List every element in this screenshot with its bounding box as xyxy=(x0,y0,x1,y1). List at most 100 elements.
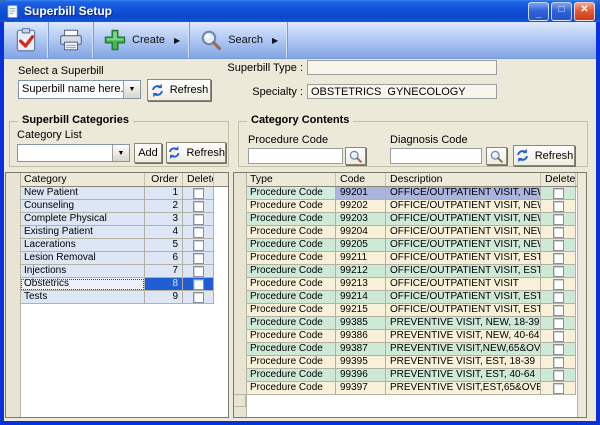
category-row[interactable]: ▶Obstetrics8 xyxy=(6,278,228,291)
code-cell[interactable]: 99215 xyxy=(336,304,386,317)
description-cell[interactable]: OFFICE/OUTPATIENT VISIT, NEW xyxy=(386,226,541,239)
content-row[interactable]: Procedure Code99215OFFICE/OUTPATIENT VIS… xyxy=(234,304,586,317)
content-row[interactable]: Procedure Code99213OFFICE/OUTPATIENT VIS… xyxy=(234,278,586,291)
diagnosis-search-button[interactable] xyxy=(486,147,507,165)
search-button[interactable]: Search ▶ xyxy=(190,22,288,58)
order-cell[interactable]: 7 xyxy=(145,265,183,278)
delete-checkbox[interactable] xyxy=(553,370,564,381)
code-cell[interactable]: 99395 xyxy=(336,356,386,369)
delete-checkbox[interactable] xyxy=(193,188,204,199)
column-header-code[interactable]: Code xyxy=(336,173,386,186)
delete-checkbox[interactable] xyxy=(553,331,564,342)
description-cell[interactable]: PREVENTIVE VISIT, EST, 40-64 xyxy=(386,369,541,382)
code-cell[interactable]: 99396 xyxy=(336,369,386,382)
print-button[interactable] xyxy=(49,22,94,58)
type-cell[interactable]: Procedure Code xyxy=(246,239,336,252)
type-cell[interactable]: Procedure Code xyxy=(246,317,336,330)
delete-checkbox[interactable] xyxy=(553,357,564,368)
description-cell[interactable]: OFFICE/OUTPATIENT VISIT, EST xyxy=(386,252,541,265)
delete-checkbox[interactable] xyxy=(193,214,204,225)
procedure-code-input[interactable] xyxy=(248,148,343,164)
maximize-button[interactable]: □ xyxy=(551,2,572,21)
delete-checkbox[interactable] xyxy=(553,344,564,355)
category-row[interactable]: Existing Patient4 xyxy=(6,226,228,239)
category-row[interactable]: Lesion Removal6 xyxy=(6,252,228,265)
category-cell[interactable]: Obstetrics xyxy=(20,278,145,291)
content-row[interactable]: Procedure Code99211OFFICE/OUTPATIENT VIS… xyxy=(234,252,586,265)
delete-checkbox[interactable] xyxy=(553,318,564,329)
content-row[interactable]: Procedure Code99202OFFICE/OUTPATIENT VIS… xyxy=(234,200,586,213)
type-cell[interactable]: Procedure Code xyxy=(246,356,336,369)
add-category-button[interactable]: Add xyxy=(134,143,162,163)
content-row[interactable]: Procedure Code99214OFFICE/OUTPATIENT VIS… xyxy=(234,291,586,304)
description-cell[interactable]: OFFICE/OUTPATIENT VISIT, NEW xyxy=(386,187,541,200)
type-cell[interactable]: Procedure Code xyxy=(246,382,336,395)
category-cell[interactable]: Complete Physical xyxy=(20,213,145,226)
delete-checkbox[interactable] xyxy=(553,292,564,303)
description-cell[interactable]: OFFICE/OUTPATIENT VISIT, NEW xyxy=(386,213,541,226)
delete-checkbox[interactable] xyxy=(553,305,564,316)
column-header-delete[interactable]: Delete xyxy=(183,173,214,186)
type-cell[interactable]: Procedure Code xyxy=(246,330,336,343)
category-list-combo[interactable]: ▼ xyxy=(17,144,130,162)
content-row[interactable]: ▶Procedure Code99201OFFICE/OUTPATIENT VI… xyxy=(234,187,586,200)
description-cell[interactable]: PREVENTIVE VISIT, NEW, 18-39 xyxy=(386,317,541,330)
category-cell[interactable]: New Patient xyxy=(20,187,145,200)
column-header-delete[interactable]: Delete xyxy=(541,173,576,186)
category-cell[interactable]: Counseling xyxy=(20,200,145,213)
code-cell[interactable]: 99214 xyxy=(336,291,386,304)
type-cell[interactable]: Procedure Code xyxy=(246,200,336,213)
code-cell[interactable]: 99385 xyxy=(336,317,386,330)
delete-checkbox[interactable] xyxy=(193,292,204,303)
delete-checkbox[interactable] xyxy=(553,253,564,264)
category-row[interactable]: Tests9 xyxy=(6,291,228,304)
delete-checkbox[interactable] xyxy=(193,227,204,238)
description-cell[interactable]: PREVENTIVE VISIT,NEW,65&OVER xyxy=(386,343,541,356)
type-cell[interactable]: Procedure Code xyxy=(246,304,336,317)
description-cell[interactable]: OFFICE/OUTPATIENT VISIT, NEW xyxy=(386,239,541,252)
code-cell[interactable]: 99211 xyxy=(336,252,386,265)
delete-checkbox[interactable] xyxy=(553,266,564,277)
category-row[interactable]: Lacerations5 xyxy=(6,239,228,252)
description-cell[interactable]: PREVENTIVE VISIT,EST,65&OVER xyxy=(386,382,541,395)
content-row[interactable]: Procedure Code99397PREVENTIVE VISIT,EST,… xyxy=(234,382,586,395)
superbill-refresh-button[interactable]: Refresh xyxy=(147,79,211,101)
delete-checkbox[interactable] xyxy=(193,279,204,290)
description-cell[interactable]: OFFICE/OUTPATIENT VISIT, EST xyxy=(386,291,541,304)
category-cell[interactable]: Existing Patient xyxy=(20,226,145,239)
column-header-description[interactable]: Description xyxy=(386,173,541,186)
description-cell[interactable]: OFFICE/OUTPATIENT VISIT, EST xyxy=(386,304,541,317)
delete-checkbox[interactable] xyxy=(553,227,564,238)
delete-checkbox[interactable] xyxy=(553,279,564,290)
delete-checkbox[interactable] xyxy=(193,201,204,212)
description-cell[interactable]: OFFICE/OUTPATIENT VISIT xyxy=(386,278,541,291)
order-cell[interactable]: 6 xyxy=(145,252,183,265)
minimize-button[interactable]: _ xyxy=(528,2,549,21)
category-row[interactable]: Counseling2 xyxy=(6,200,228,213)
superbill-select-combo[interactable]: Superbill name here... ▼ xyxy=(18,80,141,99)
delete-checkbox[interactable] xyxy=(553,383,564,394)
categories-refresh-button[interactable]: Refresh xyxy=(166,142,226,163)
procedure-search-button[interactable] xyxy=(345,147,366,165)
content-row[interactable]: Procedure Code99212OFFICE/OUTPATIENT VIS… xyxy=(234,265,586,278)
code-cell[interactable]: 99201 xyxy=(336,187,386,200)
order-cell[interactable]: 3 xyxy=(145,213,183,226)
code-cell[interactable]: 99203 xyxy=(336,213,386,226)
delete-checkbox[interactable] xyxy=(193,266,204,277)
content-row[interactable]: Procedure Code99204OFFICE/OUTPATIENT VIS… xyxy=(234,226,586,239)
diagnosis-code-input[interactable] xyxy=(390,148,482,164)
dropdown-arrow-icon[interactable]: ▼ xyxy=(123,81,140,98)
content-row[interactable]: Procedure Code99205OFFICE/OUTPATIENT VIS… xyxy=(234,239,586,252)
content-row[interactable]: Procedure Code99203OFFICE/OUTPATIENT VIS… xyxy=(234,213,586,226)
type-cell[interactable]: Procedure Code xyxy=(246,252,336,265)
description-cell[interactable]: OFFICE/OUTPATIENT VISIT, EST xyxy=(386,265,541,278)
code-cell[interactable]: 99212 xyxy=(336,265,386,278)
order-cell[interactable]: 2 xyxy=(145,200,183,213)
category-cell[interactable]: Lacerations xyxy=(20,239,145,252)
type-cell[interactable]: Procedure Code xyxy=(246,265,336,278)
category-row[interactable]: New Patient1 xyxy=(6,187,228,200)
column-header-category[interactable]: Category xyxy=(20,173,145,186)
save-button[interactable] xyxy=(4,22,49,58)
code-cell[interactable]: 99202 xyxy=(336,200,386,213)
delete-checkbox[interactable] xyxy=(553,188,564,199)
